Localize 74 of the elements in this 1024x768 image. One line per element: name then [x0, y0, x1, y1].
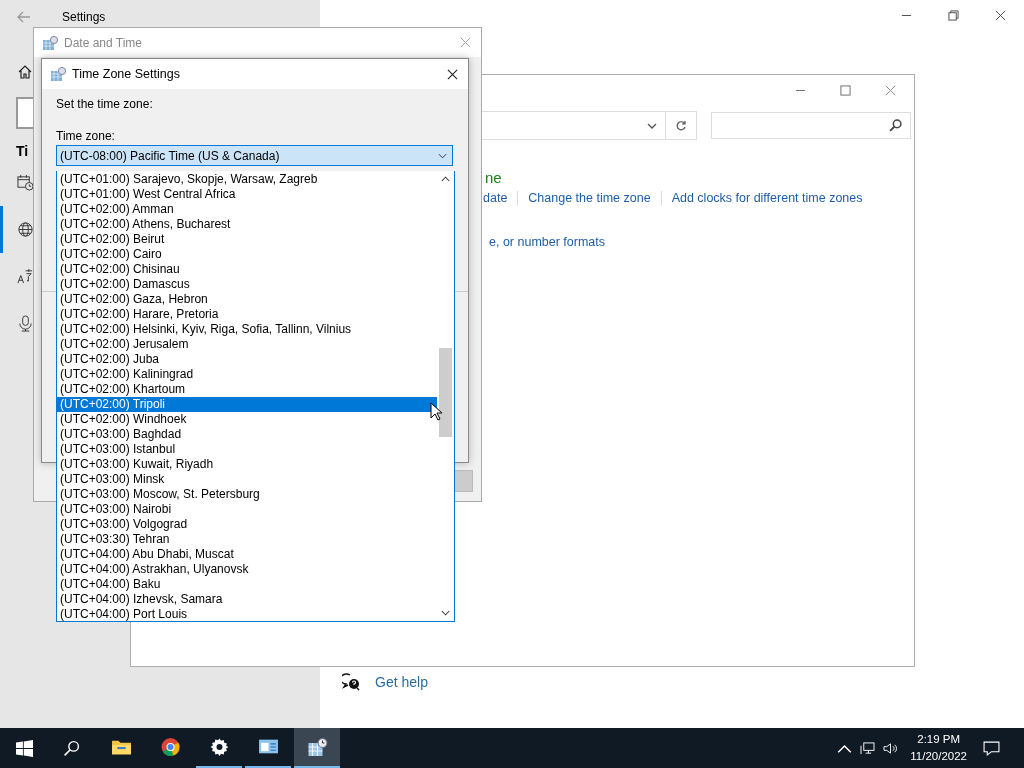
close-icon[interactable]: [447, 68, 458, 80]
microphone-icon: [17, 315, 34, 332]
time-zone-option[interactable]: (UTC+02:00) Damascus: [57, 277, 437, 292]
language-icon: [17, 268, 34, 285]
calendar-clock-icon: [306, 737, 328, 757]
time-zone-option[interactable]: (UTC+04:00) Baku: [57, 577, 437, 592]
dialog-button[interactable]: [453, 470, 473, 492]
time-zone-option[interactable]: (UTC+02:00) Khartoum: [57, 382, 437, 397]
search-icon: [889, 119, 902, 132]
time-zone-option[interactable]: (UTC+03:00) Baghdad: [57, 427, 437, 442]
time-zone-option[interactable]: (UTC+02:00) Chisinau: [57, 262, 437, 277]
globe-icon: [17, 221, 34, 238]
window-title: Settings: [62, 10, 106, 24]
home-icon[interactable]: [17, 64, 33, 80]
network-icon[interactable]: [860, 741, 876, 755]
clock-button[interactable]: 2:19 PM 11/20/2022: [910, 731, 967, 765]
time-zone-option[interactable]: (UTC+04:00) Izhevsk, Samara: [57, 592, 437, 607]
prompt-text: Set the time zone:: [56, 97, 154, 113]
time-zone-option[interactable]: (UTC+03:00) Minsk: [57, 472, 437, 487]
chevron-down-icon[interactable]: [647, 122, 657, 129]
time-zone-option[interactable]: (UTC+02:00) Amman: [57, 202, 437, 217]
task-link[interactable]: Change the time zone: [528, 191, 651, 205]
start-icon[interactable]: [16, 739, 33, 757]
time-zone-option[interactable]: (UTC+04:00) Abu Dhabi, Muscat: [57, 547, 437, 562]
time-zone-option[interactable]: (UTC+02:00) Beirut: [57, 232, 437, 247]
time-zone-option[interactable]: (UTC+02:00) Juba: [57, 352, 437, 367]
section-heading: Ti: [16, 143, 30, 159]
calendar-clock-icon: [50, 66, 66, 82]
restore-icon[interactable]: [948, 10, 959, 21]
time-zone-option[interactable]: (UTC+04:00) Port Louis: [57, 607, 437, 622]
refresh-button[interactable]: [666, 111, 697, 140]
task-link[interactable]: Add clocks for different time zones: [671, 191, 863, 205]
task-link[interactable]: date: [483, 191, 508, 205]
time-zone-option[interactable]: (UTC+03:00) Nairobi: [57, 502, 437, 517]
notification-icon[interactable]: [983, 740, 1000, 756]
time-zone-option[interactable]: (UTC+02:00) Harare, Pretoria: [57, 307, 437, 322]
time-zone-option[interactable]: (UTC+03:00) Istanbul: [57, 442, 437, 457]
taskbar-app[interactable]: [294, 728, 340, 768]
scroll-down-icon[interactable]: [441, 610, 450, 616]
help-chat-icon: [342, 673, 360, 691]
field-label: Time zone:: [56, 129, 116, 145]
refresh-icon: [675, 119, 687, 132]
dialog-title: Date and Time: [64, 35, 144, 50]
time-zone-option[interactable]: (UTC+02:00) Jerusalem: [57, 337, 437, 352]
time-zone-option[interactable]: (UTC+02:00) Gaza, Hebron: [57, 292, 437, 307]
dialog-title: Time Zone Settings: [72, 67, 181, 81]
calendar-clock-icon: [42, 34, 58, 51]
get-help-link[interactable]: Get help: [375, 674, 428, 690]
scroll-up-icon[interactable]: [441, 176, 450, 182]
time-zone-option[interactable]: (UTC+04:00) Astrakhan, Ulyanovsk: [57, 562, 437, 577]
time-zone-option[interactable]: (UTC+02:00) Kaliningrad: [57, 367, 437, 382]
time-zone-dropdown[interactable]: (UTC-08:00) Pacific Time (US & Canada): [56, 145, 453, 166]
time-zone-option[interactable]: (UTC+02:00) Helsinki, Kyiv, Riga, Sofia, Tallinn, Vilnius: [57, 322, 437, 337]
time-zone-option[interactable]: (UTC+03:00) Volgograd: [57, 517, 437, 532]
maximize-icon[interactable]: [840, 85, 851, 96]
time-zone-option[interactable]: (UTC+03:00) Moscow, St. Petersburg: [57, 487, 437, 502]
time-zone-option[interactable]: (UTC+03:00) Kuwait, Riyadh: [57, 457, 437, 472]
pointer-icon: [430, 402, 442, 421]
settings-icon: [208, 737, 230, 757]
browser-icon: [159, 737, 181, 757]
time-zone-option[interactable]: (UTC+03:30) Tehran: [57, 532, 437, 547]
task-link[interactable]: e, or number formats: [489, 235, 914, 249]
time-zone-option[interactable]: (UTC+02:00) Athens, Bucharest: [57, 217, 437, 232]
search-icon[interactable]: [63, 739, 80, 757]
search-field[interactable]: [711, 112, 911, 139]
time-zone-option[interactable]: (UTC+02:00) Cairo: [57, 247, 437, 262]
time-zone-option[interactable]: (UTC+01:00) West Central Africa: [57, 187, 437, 202]
chevron-down-icon: [438, 152, 447, 159]
scroll-thumb[interactable]: [439, 348, 452, 437]
category-heading[interactable]: ne: [485, 169, 914, 189]
volume-icon[interactable]: [883, 741, 899, 755]
time-zone-option[interactable]: (UTC+01:00) Sarajevo, Skopje, Warsaw, Zagreb: [57, 172, 437, 187]
close-icon[interactable]: [995, 10, 1006, 21]
time-zone-option[interactable]: (UTC+02:00) Tripoli: [57, 397, 437, 412]
